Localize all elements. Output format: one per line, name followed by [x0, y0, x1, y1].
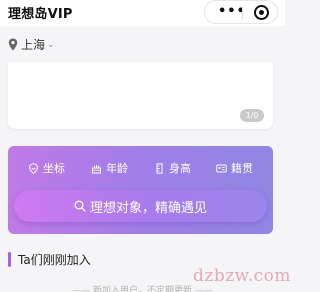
filter-height[interactable]: 身高: [154, 160, 191, 176]
chevron-down-icon: ⌄: [47, 39, 55, 50]
ruler-icon: [156, 162, 163, 174]
app-title: 理想岛VIP: [8, 7, 73, 22]
filter-age-label: 年龄: [106, 162, 128, 175]
location-face-icon: [29, 162, 38, 174]
banner-carousel[interactable]: 1/0: [8, 62, 273, 129]
mini-program-capsule: •••: [204, 0, 278, 24]
id-card-icon: [216, 164, 227, 172]
close-miniprogram-icon[interactable]: [254, 5, 269, 20]
search-button[interactable]: 理想对象，精确遇见: [14, 190, 267, 222]
cake-icon: [92, 164, 101, 173]
section-accent-bar: [8, 252, 11, 267]
filter-hometown[interactable]: 籍贯: [216, 160, 253, 176]
watermark: dzbzw.com: [193, 266, 291, 286]
navigation-bar: 理想岛VIP •••: [0, 0, 285, 26]
filter-options: 坐标 年龄 身高 籍贯: [8, 160, 273, 176]
banner-page-indicator: 1/0: [240, 109, 264, 122]
filter-height-label: 身高: [169, 162, 191, 175]
capsule-divider: [242, 6, 243, 19]
search-button-label: 理想对象，精确遇见: [89, 200, 207, 216]
section-header: Ta们刚刚加入: [8, 251, 91, 268]
city-label: 上海: [21, 38, 46, 52]
filter-card: 坐标 年龄 身高 籍贯 理想对象，精确遇见: [8, 146, 273, 234]
filter-location[interactable]: 坐标: [28, 160, 65, 176]
section-title: Ta们刚刚加入: [18, 253, 91, 267]
city-selector[interactable]: 上海 ⌄: [8, 36, 55, 53]
filter-hometown-label: 籍贯: [231, 162, 253, 175]
search-icon: [74, 200, 86, 212]
filter-location-label: 坐标: [43, 162, 65, 175]
location-pin-icon: [8, 38, 18, 51]
filter-age[interactable]: 年龄: [91, 160, 128, 176]
